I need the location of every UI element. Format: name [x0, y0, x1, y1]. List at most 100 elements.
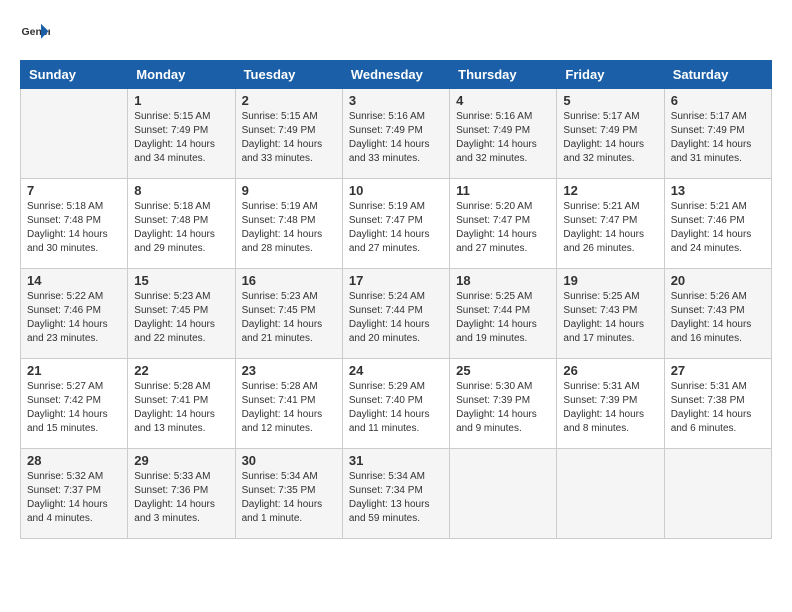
day-number: 28 — [27, 453, 121, 468]
day-info: Sunrise: 5:22 AMSunset: 7:46 PMDaylight:… — [27, 290, 121, 346]
day-info: Sunrise: 5:32 AMSunset: 7:37 PMDaylight:… — [27, 470, 121, 526]
calendar-cell: 16 Sunrise: 5:23 AMSunset: 7:45 PMDayligh… — [235, 269, 342, 359]
calendar-week-row: 28 Sunrise: 5:32 AMSunset: 7:37 PMDayligh… — [21, 449, 772, 539]
day-info: Sunrise: 5:29 AMSunset: 7:40 PMDaylight:… — [349, 380, 443, 436]
day-info: Sunrise: 5:28 AMSunset: 7:41 PMDaylight:… — [242, 380, 336, 436]
calendar-week-row: 1 Sunrise: 5:15 AMSunset: 7:49 PMDaylight… — [21, 89, 772, 179]
day-number: 25 — [456, 363, 550, 378]
calendar-header-friday: Friday — [557, 61, 664, 89]
calendar-cell: 28 Sunrise: 5:32 AMSunset: 7:37 PMDayligh… — [21, 449, 128, 539]
calendar-week-row: 7 Sunrise: 5:18 AMSunset: 7:48 PMDaylight… — [21, 179, 772, 269]
day-info: Sunrise: 5:16 AMSunset: 7:49 PMDaylight:… — [349, 110, 443, 166]
calendar-cell: 26 Sunrise: 5:31 AMSunset: 7:39 PMDayligh… — [557, 359, 664, 449]
calendar-cell: 19Sunrise: 5:25 AMSunset: 7:43 PMDayligh… — [557, 269, 664, 359]
day-number: 26 — [563, 363, 657, 378]
calendar-cell: 17 Sunrise: 5:24 AMSunset: 7:44 PMDayligh… — [342, 269, 449, 359]
day-info: Sunrise: 5:16 AMSunset: 7:49 PMDaylight:… — [456, 110, 550, 166]
day-number: 24 — [349, 363, 443, 378]
day-info: Sunrise: 5:24 AMSunset: 7:44 PMDaylight:… — [349, 290, 443, 346]
day-info: Sunrise: 5:30 AMSunset: 7:39 PMDaylight:… — [456, 380, 550, 436]
calendar-cell — [21, 89, 128, 179]
day-number: 22 — [134, 363, 228, 378]
day-number: 10 — [349, 183, 443, 198]
calendar-header-tuesday: Tuesday — [235, 61, 342, 89]
day-info: Sunrise: 5:25 AMSunset: 7:44 PMDaylight:… — [456, 290, 550, 346]
calendar-cell: 5 Sunrise: 5:17 AMSunset: 7:49 PMDaylight… — [557, 89, 664, 179]
calendar-cell: 21 Sunrise: 5:27 AMSunset: 7:42 PMDayligh… — [21, 359, 128, 449]
calendar-cell: 7Sunrise: 5:18 AMSunset: 7:48 PMDaylight… — [21, 179, 128, 269]
calendar-cell: 4 Sunrise: 5:16 AMSunset: 7:49 PMDaylight… — [450, 89, 557, 179]
calendar-cell: 11 Sunrise: 5:20 AMSunset: 7:47 PMDayligh… — [450, 179, 557, 269]
calendar-header-saturday: Saturday — [664, 61, 771, 89]
calendar-cell — [557, 449, 664, 539]
day-info: Sunrise: 5:34 AMSunset: 7:34 PMDaylight:… — [349, 470, 443, 526]
day-number: 7 — [27, 183, 121, 198]
logo-icon: General — [20, 20, 50, 50]
day-number: 30 — [242, 453, 336, 468]
day-number: 4 — [456, 93, 550, 108]
calendar-cell: 8 Sunrise: 5:18 AMSunset: 7:48 PMDaylight… — [128, 179, 235, 269]
calendar-cell: 31 Sunrise: 5:34 AMSunset: 7:34 PMDayligh… — [342, 449, 449, 539]
calendar-table: SundayMondayTuesdayWednesdayThursdayFrid… — [20, 60, 772, 539]
calendar-cell: 3 Sunrise: 5:16 AMSunset: 7:49 PMDaylight… — [342, 89, 449, 179]
calendar-cell — [450, 449, 557, 539]
calendar-cell: 25 Sunrise: 5:30 AMSunset: 7:39 PMDayligh… — [450, 359, 557, 449]
day-number: 3 — [349, 93, 443, 108]
calendar-cell: 18 Sunrise: 5:25 AMSunset: 7:44 PMDayligh… — [450, 269, 557, 359]
day-info: Sunrise: 5:23 AMSunset: 7:45 PMDaylight:… — [242, 290, 336, 346]
calendar-cell: 27 Sunrise: 5:31 AMSunset: 7:38 PMDayligh… — [664, 359, 771, 449]
calendar-week-row: 14 Sunrise: 5:22 AMSunset: 7:46 PMDayligh… — [21, 269, 772, 359]
calendar-cell: 14 Sunrise: 5:22 AMSunset: 7:46 PMDayligh… — [21, 269, 128, 359]
day-info: Sunrise: 5:19 AMSunset: 7:47 PMDaylight:… — [349, 200, 443, 256]
page-header: General — [20, 20, 772, 50]
calendar-cell: 2 Sunrise: 5:15 AMSunset: 7:49 PMDaylight… — [235, 89, 342, 179]
day-number: 1 — [134, 93, 228, 108]
calendar-cell — [664, 449, 771, 539]
day-info: Sunrise: 5:15 AMSunset: 7:49 PMDaylight:… — [134, 110, 228, 166]
day-number: 9 — [242, 183, 336, 198]
calendar-cell: 10 Sunrise: 5:19 AMSunset: 7:47 PMDayligh… — [342, 179, 449, 269]
calendar-cell: 12Sunrise: 5:21 AMSunset: 7:47 PMDayligh… — [557, 179, 664, 269]
calendar-cell: 23Sunrise: 5:28 AMSunset: 7:41 PMDayligh… — [235, 359, 342, 449]
day-info: Sunrise: 5:25 AMSunset: 7:43 PMDaylight:… — [563, 290, 657, 346]
day-info: Sunrise: 5:15 AMSunset: 7:49 PMDaylight:… — [242, 110, 336, 166]
day-info: Sunrise: 5:31 AMSunset: 7:39 PMDaylight:… — [563, 380, 657, 436]
day-info: Sunrise: 5:17 AMSunset: 7:49 PMDaylight:… — [671, 110, 765, 166]
day-info: Sunrise: 5:31 AMSunset: 7:38 PMDaylight:… — [671, 380, 765, 436]
day-info: Sunrise: 5:26 AMSunset: 7:43 PMDaylight:… — [671, 290, 765, 346]
calendar-header-row: SundayMondayTuesdayWednesdayThursdayFrid… — [21, 61, 772, 89]
day-info: Sunrise: 5:21 AMSunset: 7:47 PMDaylight:… — [563, 200, 657, 256]
day-number: 14 — [27, 273, 121, 288]
calendar-cell: 30 Sunrise: 5:34 AMSunset: 7:35 PMDayligh… — [235, 449, 342, 539]
calendar-cell: 24 Sunrise: 5:29 AMSunset: 7:40 PMDayligh… — [342, 359, 449, 449]
calendar-header-monday: Monday — [128, 61, 235, 89]
day-number: 18 — [456, 273, 550, 288]
day-info: Sunrise: 5:34 AMSunset: 7:35 PMDaylight:… — [242, 470, 336, 526]
calendar-cell: 1 Sunrise: 5:15 AMSunset: 7:49 PMDaylight… — [128, 89, 235, 179]
day-number: 31 — [349, 453, 443, 468]
calendar-body: 1 Sunrise: 5:15 AMSunset: 7:49 PMDaylight… — [21, 89, 772, 539]
day-number: 16 — [242, 273, 336, 288]
calendar-cell: 15Sunrise: 5:23 AMSunset: 7:45 PMDayligh… — [128, 269, 235, 359]
calendar-cell: 9 Sunrise: 5:19 AMSunset: 7:48 PMDaylight… — [235, 179, 342, 269]
day-number: 6 — [671, 93, 765, 108]
day-number: 20 — [671, 273, 765, 288]
day-number: 5 — [563, 93, 657, 108]
calendar-header-thursday: Thursday — [450, 61, 557, 89]
day-number: 2 — [242, 93, 336, 108]
logo: General — [20, 20, 54, 50]
day-info: Sunrise: 5:18 AMSunset: 7:48 PMDaylight:… — [134, 200, 228, 256]
day-number: 8 — [134, 183, 228, 198]
day-number: 21 — [27, 363, 121, 378]
day-info: Sunrise: 5:20 AMSunset: 7:47 PMDaylight:… — [456, 200, 550, 256]
day-info: Sunrise: 5:17 AMSunset: 7:49 PMDaylight:… — [563, 110, 657, 166]
day-info: Sunrise: 5:19 AMSunset: 7:48 PMDaylight:… — [242, 200, 336, 256]
day-info: Sunrise: 5:23 AMSunset: 7:45 PMDaylight:… — [134, 290, 228, 346]
calendar-cell: 29Sunrise: 5:33 AMSunset: 7:36 PMDayligh… — [128, 449, 235, 539]
day-number: 11 — [456, 183, 550, 198]
day-info: Sunrise: 5:27 AMSunset: 7:42 PMDaylight:… — [27, 380, 121, 436]
calendar-cell: 22Sunrise: 5:28 AMSunset: 7:41 PMDayligh… — [128, 359, 235, 449]
day-number: 17 — [349, 273, 443, 288]
day-number: 27 — [671, 363, 765, 378]
calendar-cell: 20 Sunrise: 5:26 AMSunset: 7:43 PMDayligh… — [664, 269, 771, 359]
